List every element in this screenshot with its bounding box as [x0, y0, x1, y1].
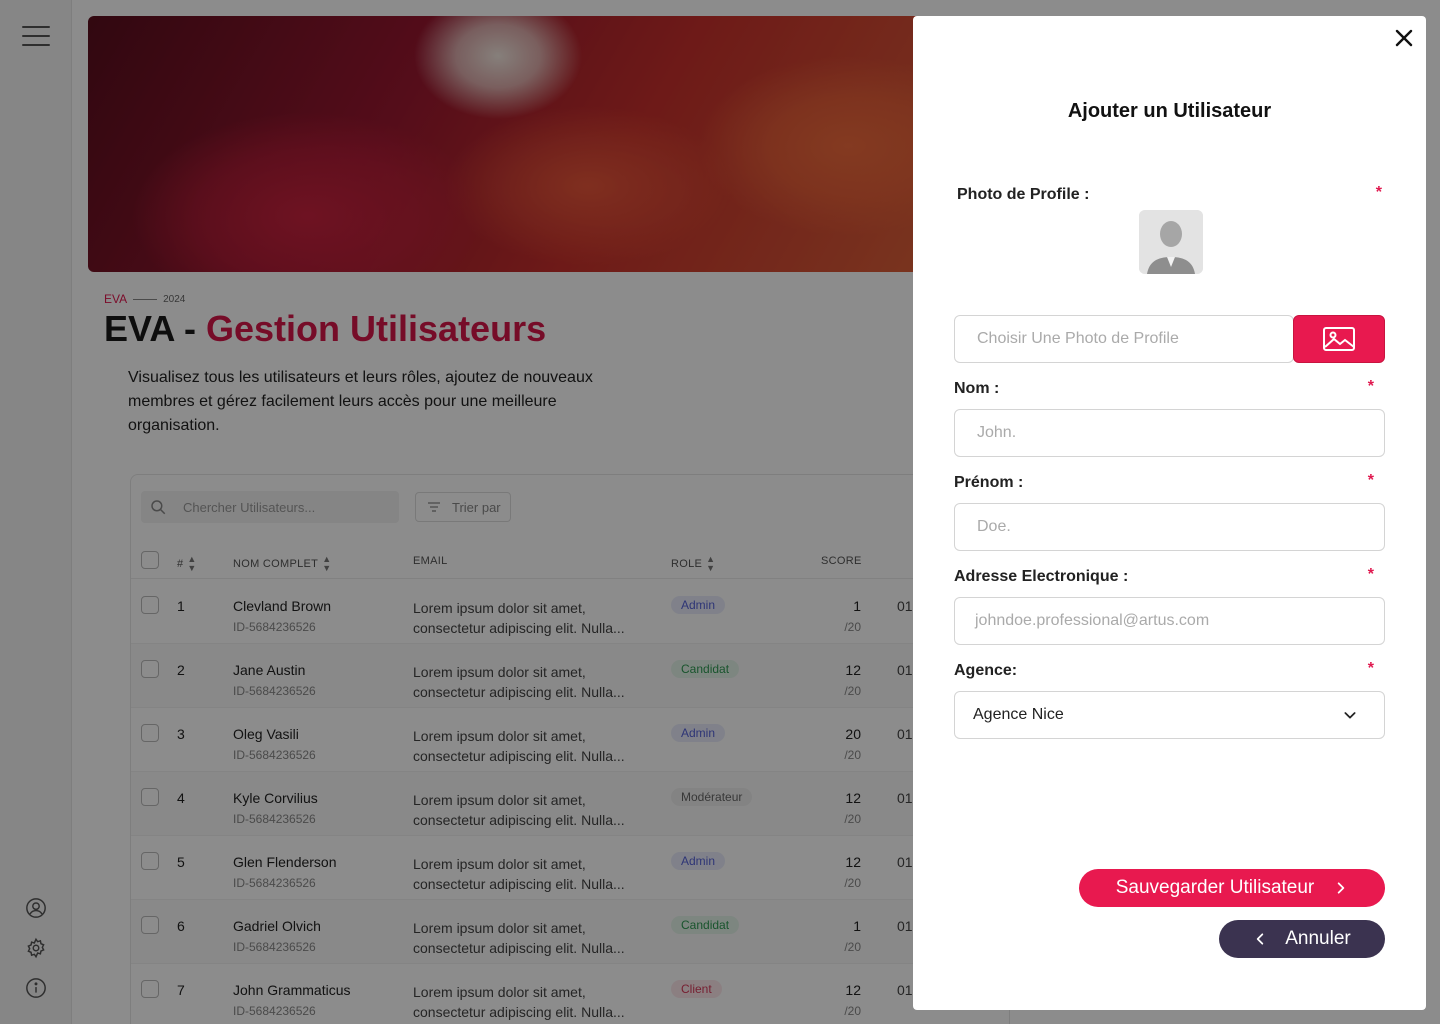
chevron-down-icon [1344, 712, 1356, 719]
avatar [1139, 210, 1203, 274]
nom-label: Nom : [954, 380, 1000, 397]
nom-placeholder: John. [977, 424, 1017, 441]
required-mark: * [1367, 378, 1374, 395]
drawer-title: Ajouter un Utilisateur [1067, 100, 1272, 122]
chevron-left-icon [1257, 933, 1264, 945]
required-mark: * [1367, 660, 1374, 677]
cancel-label: Annuler [1285, 928, 1351, 949]
photo-placeholder: Choisir Une Photo de Profile [977, 330, 1179, 347]
photo-file-input[interactable]: Choisir Une Photo de Profile [954, 315, 1294, 363]
email-label: Adresse Electronique : [954, 568, 1129, 585]
photo-label: Photo de Profile : [957, 186, 1090, 203]
agence-select[interactable]: Agence Nice [954, 691, 1385, 739]
avatar-placeholder-icon [1139, 210, 1203, 274]
required-mark: * [1367, 566, 1374, 583]
agence-value: Agence Nice [973, 706, 1064, 723]
save-user-button[interactable]: Sauvegarder Utilisateur [1079, 869, 1385, 907]
agence-label: Agence: [954, 662, 1018, 679]
email-placeholder: johndoe.professional@artus.com [975, 612, 1210, 629]
chevron-right-icon [1338, 882, 1345, 894]
nom-input[interactable]: John. [954, 409, 1385, 457]
prenom-label: Prénom : [954, 474, 1024, 491]
image-icon [1323, 327, 1355, 351]
add-user-drawer: Ajouter un Utilisateur Photo de Profile … [913, 16, 1426, 1010]
prenom-input[interactable]: Doe. [954, 503, 1385, 551]
cancel-button[interactable]: Annuler [1219, 920, 1385, 958]
close-icon[interactable] [1392, 26, 1416, 50]
email-input[interactable]: johndoe.professional@artus.com [954, 597, 1385, 645]
choose-photo-button[interactable] [1293, 315, 1385, 363]
required-mark: * [1367, 472, 1374, 489]
required-mark: * [1375, 184, 1382, 201]
save-user-label: Sauvegarder Utilisateur [1115, 877, 1315, 898]
prenom-placeholder: Doe. [977, 518, 1011, 535]
